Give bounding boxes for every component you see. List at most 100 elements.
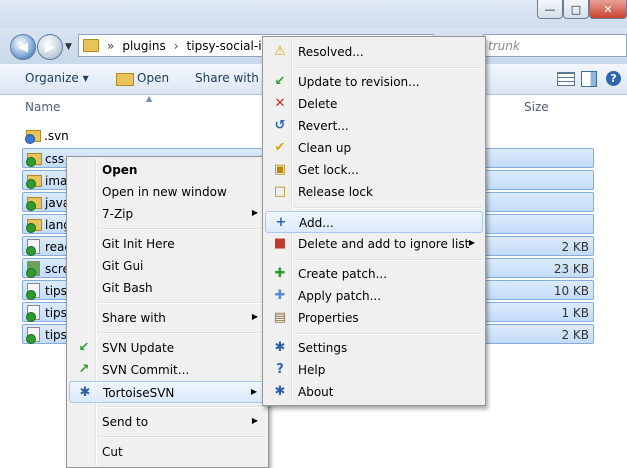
tortoisesvn-icon: ✱ bbox=[79, 385, 91, 400]
folder-icon bbox=[26, 153, 42, 167]
back-button[interactable]: ◀ bbox=[10, 34, 36, 60]
svn-commit-icon: ↗ bbox=[78, 362, 90, 377]
menu-item-label: Delete bbox=[298, 97, 338, 111]
menu-item-label: Open bbox=[102, 163, 138, 177]
view-options-icon[interactable] bbox=[557, 72, 575, 86]
file-icon bbox=[26, 305, 40, 322]
menu-item-about[interactable]: ✱ About bbox=[265, 381, 483, 403]
menu-item-label: Cut bbox=[102, 445, 123, 459]
column-header-size[interactable]: Size bbox=[524, 100, 549, 114]
history-dropdown-icon[interactable]: ▼ bbox=[65, 42, 72, 52]
menu-item-revert[interactable]: ↺ Revert... bbox=[265, 115, 483, 137]
menu-item-label: Release lock bbox=[298, 185, 373, 199]
menu-item-git-gui[interactable]: Git Gui bbox=[69, 255, 266, 277]
help-icon[interactable]: ? bbox=[606, 71, 621, 86]
close-button[interactable]: ✕ bbox=[589, 0, 627, 19]
menu-item-create-patch[interactable]: ✚ Create patch... bbox=[265, 263, 483, 285]
menu-item-release-lock[interactable]: □ Release lock bbox=[265, 181, 483, 203]
menu-item-label: Git Gui bbox=[102, 259, 144, 273]
help-icon: ? bbox=[276, 362, 284, 377]
menu-item-update-to-revision[interactable]: ↙ Update to revision... bbox=[265, 71, 483, 93]
organize-button[interactable]: Organize ▾ bbox=[25, 71, 89, 85]
file-icon bbox=[26, 239, 40, 256]
file-name: css bbox=[45, 152, 65, 166]
menu-item-svn-commit[interactable]: ↗ SVN Commit... bbox=[69, 359, 266, 381]
resolved-icon: ⚠ bbox=[274, 44, 286, 59]
search-input[interactable]: trunk bbox=[483, 34, 627, 57]
file-name: ima bbox=[45, 174, 68, 188]
menu-item-git-bash[interactable]: Git Bash bbox=[69, 277, 266, 299]
preview-pane-icon[interactable] bbox=[581, 71, 597, 87]
context-menu: Open Open in new window 7-Zip ▶ Git Init … bbox=[66, 156, 269, 468]
menu-item-share-with[interactable]: Share with ▶ bbox=[69, 307, 266, 329]
menu-item-label: Get lock... bbox=[298, 163, 359, 177]
folder-icon bbox=[25, 130, 41, 144]
menu-item-git-init[interactable]: Git Init Here bbox=[69, 233, 266, 255]
menu-item-resolved[interactable]: ⚠ Resolved... bbox=[265, 41, 483, 63]
file-size: 10 KB bbox=[553, 284, 589, 298]
menu-item-open-new-window[interactable]: Open in new window bbox=[69, 181, 266, 203]
sort-ascending-icon: ▲ bbox=[146, 94, 153, 103]
folder-icon bbox=[83, 39, 99, 52]
menu-item-label: Add... bbox=[299, 216, 334, 230]
title-bar: — □ ✕ bbox=[0, 0, 627, 28]
delete-icon: ✕ bbox=[274, 96, 286, 111]
menu-item-label: Properties bbox=[298, 311, 359, 325]
menu-item-apply-patch[interactable]: ✚ Apply patch... bbox=[265, 285, 483, 307]
tortoisesvn-submenu: ⚠ Resolved... ↙ Update to revision... ✕ Del… bbox=[262, 36, 486, 406]
submenu-arrow-icon: ▶ bbox=[468, 238, 475, 247]
menu-item-label: Help bbox=[298, 363, 326, 377]
menu-item-label: Share with bbox=[102, 311, 166, 325]
menu-item-properties[interactable]: ▤ Properties bbox=[265, 307, 483, 329]
menu-item-label: Resolved... bbox=[298, 45, 364, 59]
apply-patch-icon: ✚ bbox=[274, 288, 286, 303]
file-size: 1 KB bbox=[561, 306, 589, 320]
menu-item-delete-ignore[interactable]: ■ Delete and add to ignore list ▶ bbox=[265, 233, 483, 255]
menu-item-label: 7-Zip bbox=[102, 207, 134, 221]
folder-icon bbox=[26, 219, 42, 233]
menu-item-label: Settings bbox=[298, 341, 348, 355]
open-button[interactable]: Open bbox=[137, 71, 169, 85]
share-with-button[interactable]: Share with ▾ bbox=[195, 71, 269, 85]
revert-icon: ↺ bbox=[274, 118, 286, 133]
menu-item-open[interactable]: Open bbox=[69, 159, 266, 181]
menu-item-label: SVN Update bbox=[102, 341, 175, 355]
menu-item-label: Git Init Here bbox=[102, 237, 175, 251]
menu-item-clean-up[interactable]: ✔ Clean up bbox=[265, 137, 483, 159]
menu-item-7zip[interactable]: 7-Zip ▶ bbox=[69, 203, 266, 225]
menu-item-tortoisesvn[interactable]: ✱ TortoiseSVN ▶ bbox=[69, 381, 266, 403]
menu-item-label: Delete and add to ignore list bbox=[298, 237, 470, 251]
menu-item-svn-update[interactable]: ↙ SVN Update bbox=[69, 337, 266, 359]
properties-icon: ▤ bbox=[273, 310, 287, 325]
file-icon bbox=[26, 283, 40, 300]
menu-item-settings[interactable]: ✱ Settings bbox=[265, 337, 483, 359]
breadcrumb-separator-icon[interactable]: › bbox=[174, 39, 179, 53]
file-size: 23 KB bbox=[553, 262, 589, 276]
column-header-name[interactable]: Name bbox=[25, 100, 60, 114]
folder-icon bbox=[26, 197, 42, 211]
arrow-right-icon: ▶ bbox=[45, 39, 55, 55]
maximize-button[interactable]: □ bbox=[563, 0, 589, 19]
file-icon bbox=[26, 327, 40, 344]
arrow-left-icon: ◀ bbox=[18, 39, 28, 55]
menu-item-help[interactable]: ? Help bbox=[265, 359, 483, 381]
add-icon: + bbox=[275, 215, 287, 230]
menu-item-label: Clean up bbox=[298, 141, 352, 155]
folder-icon bbox=[116, 73, 134, 86]
minimize-button[interactable]: — bbox=[537, 0, 563, 19]
menu-item-cut[interactable]: Cut bbox=[69, 441, 266, 463]
breadcrumb-separator-icon[interactable]: » bbox=[107, 39, 114, 53]
menu-item-send-to[interactable]: Send to ▶ bbox=[69, 411, 266, 433]
menu-item-add[interactable]: + Add... bbox=[265, 211, 483, 233]
menu-item-delete[interactable]: ✕ Delete bbox=[265, 93, 483, 115]
create-patch-icon: ✚ bbox=[274, 266, 286, 281]
breadcrumb-item[interactable]: plugins bbox=[122, 39, 165, 53]
menu-item-get-lock[interactable]: ▣ Get lock... bbox=[265, 159, 483, 181]
submenu-arrow-icon: ▶ bbox=[250, 387, 257, 396]
image-file-icon bbox=[26, 261, 40, 278]
forward-button[interactable]: ▶ bbox=[37, 34, 63, 60]
folder-icon bbox=[26, 175, 42, 189]
file-size: 2 KB bbox=[561, 240, 589, 254]
about-icon: ✱ bbox=[274, 384, 286, 399]
menu-item-label: Update to revision... bbox=[298, 75, 420, 89]
